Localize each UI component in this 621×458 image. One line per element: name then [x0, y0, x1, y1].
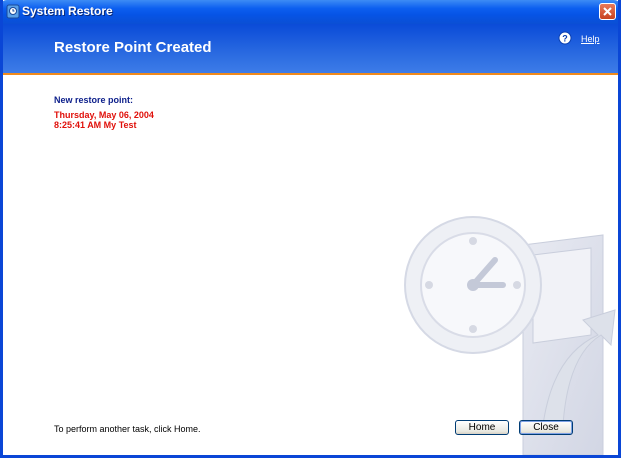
title-bar[interactable]: System Restore: [3, 0, 618, 24]
close-button[interactable]: Close: [519, 420, 573, 435]
footer-instruction: To perform another task, click Home.: [54, 424, 201, 434]
window-title: System Restore: [22, 4, 113, 18]
close-icon: [603, 7, 612, 16]
restore-point-time-description: 8:25:41 AM My Test: [54, 120, 137, 130]
header-divider: [3, 73, 618, 75]
system-restore-window: System Restore Restore Point Created ? H…: [0, 0, 621, 458]
clock-watermark: [404, 216, 616, 455]
svg-text:?: ?: [562, 34, 568, 44]
restore-point-label: New restore point:: [54, 95, 134, 105]
system-restore-icon: [6, 4, 20, 19]
home-button[interactable]: Home: [455, 420, 509, 435]
restore-point-date: Thursday, May 06, 2004: [54, 110, 154, 120]
page-title: Restore Point Created: [54, 39, 212, 56]
help-icon[interactable]: ?: [558, 31, 572, 45]
help-link[interactable]: Help: [581, 34, 600, 44]
close-window-button[interactable]: [599, 3, 616, 20]
